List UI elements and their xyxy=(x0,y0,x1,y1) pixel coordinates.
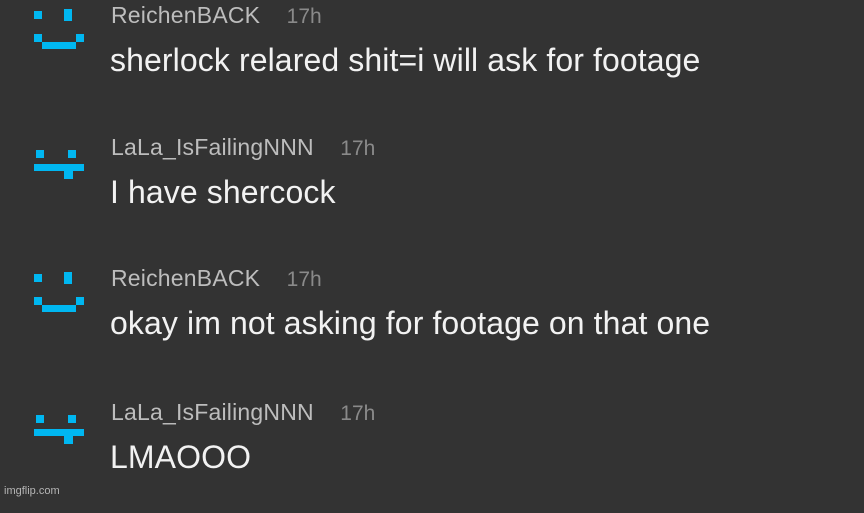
comment-text: okay im not asking for footage on that o… xyxy=(110,305,711,341)
comment-meta: LaLa_IsFailingNNN 17h xyxy=(111,399,375,429)
username[interactable]: LaLa_IsFailingNNN xyxy=(111,399,314,425)
timestamp: 17h xyxy=(340,137,376,160)
smile-face-icon[interactable] xyxy=(34,269,92,315)
timestamp: 17h xyxy=(340,402,376,425)
comment-item: ReichenBACK 17h sherlock relared shit=i … xyxy=(0,0,864,116)
timestamp: 17h xyxy=(286,5,322,28)
comment-item: ReichenBACK 17h okay im not asking for f… xyxy=(0,259,864,379)
comment-item: LaLa_IsFailingNNN 17h I have shercock xyxy=(0,128,864,248)
comment-meta: ReichenBACK 17h xyxy=(111,2,322,32)
flat-face-icon[interactable] xyxy=(34,403,92,449)
comment-item: LaLa_IsFailingNNN 17h LMAOOO xyxy=(0,393,864,513)
timestamp: 17h xyxy=(286,268,322,291)
comment-text: sherlock relared shit=i will ask for foo… xyxy=(110,42,701,78)
comment-meta: LaLa_IsFailingNNN 17h xyxy=(111,134,375,164)
comment-text: I have shercock xyxy=(110,174,336,210)
comment-text: LMAOOO xyxy=(110,439,252,475)
flat-face-icon[interactable] xyxy=(34,138,92,184)
comment-feed: ReichenBACK 17h sherlock relared shit=i … xyxy=(0,0,864,500)
comment-meta: ReichenBACK 17h xyxy=(111,265,322,295)
username[interactable]: ReichenBACK xyxy=(111,265,260,291)
smile-face-icon[interactable] xyxy=(34,6,92,52)
username[interactable]: ReichenBACK xyxy=(111,2,260,28)
username[interactable]: LaLa_IsFailingNNN xyxy=(111,134,314,160)
imgflip-watermark: imgflip.com xyxy=(4,485,60,497)
